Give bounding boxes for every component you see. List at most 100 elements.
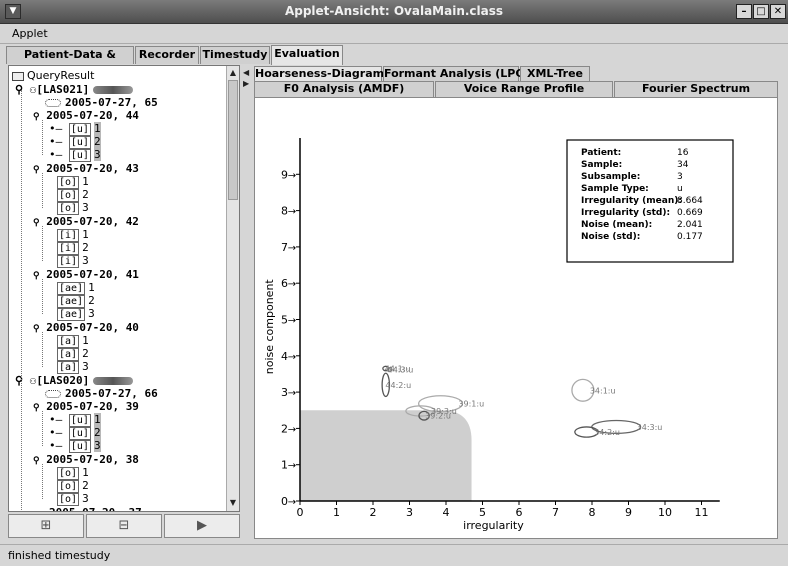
minimize-icon[interactable]: – <box>736 4 752 19</box>
tree-sample[interactable]: [o] 2 <box>57 479 89 493</box>
tree-session[interactable]: ⚲ 2005-07-20, 44 <box>33 109 139 122</box>
info-label: Subsample: <box>581 172 640 182</box>
expand-icon: ⊞ <box>40 518 52 533</box>
expand-handle-icon: ⚲ <box>33 112 40 122</box>
tree-sample[interactable]: [i] 1 <box>57 228 89 242</box>
sample-number: 3 <box>82 360 89 373</box>
tab-f0-analysis[interactable]: F0 Analysis (AMDF) <box>254 81 434 97</box>
sample-number: 3 <box>82 201 89 214</box>
expand-button[interactable]: ⊞ <box>8 514 84 538</box>
maximize-icon[interactable]: □ <box>753 4 769 19</box>
scroll-down-icon[interactable]: ▼ <box>228 497 238 509</box>
tree-vertical-scrollbar[interactable]: ▲ ▼ <box>226 66 239 511</box>
info-label: Noise (std): <box>581 232 640 242</box>
tree-root[interactable]: QueryResult <box>12 69 94 82</box>
tree-sample[interactable]: •– [u] 2 <box>49 426 101 440</box>
tree-guide-line <box>42 173 43 208</box>
tree-guide-line <box>42 464 43 499</box>
tree-visit[interactable]: 2005-07-27, 66 <box>45 387 158 400</box>
visit-label: 2005-07-27, 66 <box>65 387 158 400</box>
collapse-button[interactable]: ⊟ <box>86 514 162 538</box>
tab-formant-analysis[interactable]: Formant Analysis (LPC) <box>383 66 528 82</box>
tab-xml-tree[interactable]: XML-Tree <box>520 66 590 82</box>
tree-sample[interactable]: [o] 2 <box>57 188 89 202</box>
tree-sample[interactable]: [i] 2 <box>57 241 89 255</box>
scroll-thumb[interactable] <box>228 80 238 200</box>
tree-sample[interactable]: •– [u] 2 <box>49 135 101 149</box>
collapse-left-icon[interactable]: ◀ <box>243 68 249 77</box>
info-value: 2.041 <box>677 220 703 230</box>
tree-sample[interactable]: [ae] 2 <box>57 294 95 308</box>
session-label: 2005-07-20, 40 <box>46 321 139 334</box>
sample-number: 1 <box>82 466 89 479</box>
tree-session-cutoff[interactable]: 2005-07-20, 37 <box>49 506 142 511</box>
expand-right-icon[interactable]: ▶ <box>243 79 249 88</box>
sample-ellipse-label: 34:1:u <box>590 386 616 395</box>
tree-session[interactable]: ⚲ 2005-07-20, 38 <box>33 453 139 466</box>
info-label: Sample: <box>581 160 622 170</box>
menu-applet[interactable]: Applet <box>12 27 48 40</box>
x-tick-label: 1 <box>333 506 340 519</box>
tree-sample[interactable]: [ae] 3 <box>57 307 95 321</box>
x-axis-label: irregularity <box>463 519 524 532</box>
tab-fourier-spectrum[interactable]: Fourier Spectrum <box>614 81 778 97</box>
tree-session[interactable]: ⚲ 2005-07-20, 43 <box>33 162 139 175</box>
tree-sample[interactable]: •– [u] 1 <box>49 413 101 427</box>
tree-patient[interactable]: ⚲ ⚇[LAS020] <box>15 374 134 387</box>
tree-session[interactable]: ⚲ 2005-07-20, 40 <box>33 321 139 334</box>
leaf-connector-icon: •– <box>49 439 69 452</box>
normal-voice-region <box>300 410 472 501</box>
info-value: 8.664 <box>677 196 703 206</box>
tree-session[interactable]: ⚲ 2005-07-20, 39 <box>33 400 139 413</box>
x-tick-label: 0 <box>297 506 304 519</box>
tree-sample[interactable]: •– [u] 1 <box>49 122 101 136</box>
x-tick-label: 4 <box>443 506 450 519</box>
leaf-connector-icon: •– <box>49 135 69 148</box>
vowel-icon: [ae] <box>57 308 86 321</box>
leaf-connector-icon: •– <box>49 426 69 439</box>
tree-sample[interactable]: [o] 1 <box>57 175 89 189</box>
session-label: 2005-07-20, 41 <box>46 268 139 281</box>
tree-visit[interactable]: 2005-07-27, 65 <box>45 96 158 109</box>
split-pane-divider[interactable]: ◀ ▶ <box>242 65 250 541</box>
collapse-icon: ⊟ <box>118 518 130 533</box>
sample-ellipse-label: 44:2:u <box>385 381 411 390</box>
tree-guide-line <box>42 279 43 314</box>
tree-sample[interactable]: [i] 3 <box>57 254 89 268</box>
tab-recorder[interactable]: Recorder <box>135 46 199 64</box>
tree-sample[interactable]: [o] 3 <box>57 201 89 215</box>
tab-patient-data-filter[interactable]: Patient-Data & Filter <box>6 46 134 77</box>
tab-timestudy[interactable]: Timestudy <box>200 46 270 64</box>
session-label: 2005-07-20, 37 <box>49 506 142 511</box>
tree-sample[interactable]: [ae] 1 <box>57 281 95 295</box>
query-result-tree[interactable]: QueryResult ⚲ ⚇[LAS021] 2005-07-27, 65 ⚲ 2… <box>9 66 227 511</box>
play-icon: ▶ <box>197 518 207 533</box>
sample-number: 1 <box>82 175 89 188</box>
tree-patient[interactable]: ⚲ ⚇[LAS021] <box>15 83 134 96</box>
tab-hoarseness-diagram[interactable]: Hoarseness-Diagram <box>254 66 384 82</box>
tree-sample[interactable]: [o] 1 <box>57 466 89 480</box>
y-tick-arrow-icon: → <box>288 243 296 254</box>
tree-sample[interactable]: [a] 3 <box>57 360 89 374</box>
scroll-up-icon[interactable]: ▲ <box>228 67 238 79</box>
tree-sample[interactable]: [a] 1 <box>57 334 89 348</box>
expand-handle-icon: ⚲ <box>33 403 40 413</box>
tree-sample[interactable]: [o] 3 <box>57 492 89 506</box>
tab-voice-range-profile[interactable]: Voice Range Profile <box>435 81 613 97</box>
sample-ellipse-label: 34:2:u <box>594 428 620 437</box>
play-button[interactable]: ▶ <box>164 514 240 538</box>
tree-sample[interactable]: [a] 2 <box>57 347 89 361</box>
tree-session[interactable]: ⚲ 2005-07-20, 42 <box>33 215 139 228</box>
tree-session[interactable]: ⚲ 2005-07-20, 41 <box>33 268 139 281</box>
y-tick-arrow-icon: → <box>288 279 296 290</box>
sample-number: 2 <box>82 241 89 254</box>
patient-id-label: [LAS021] <box>36 83 90 96</box>
tab-evaluation[interactable]: Evaluation <box>271 45 343 65</box>
tree-sample[interactable]: •– [u] 3 <box>49 148 101 162</box>
tree-sample[interactable]: •– [u] 3 <box>49 439 101 453</box>
hoarseness-diagram-chart[interactable]: 0 1 2 3 4 5 6 7 8 9 10 110 →1 →2 →3 →4 →5 →6 →7 →8 →9 →irregu… <box>255 98 777 538</box>
sample-number: 2 <box>82 188 89 201</box>
x-tick-label: 10 <box>658 506 672 519</box>
close-icon[interactable]: ✕ <box>770 4 786 19</box>
leaf-connector-icon: •– <box>49 413 69 426</box>
